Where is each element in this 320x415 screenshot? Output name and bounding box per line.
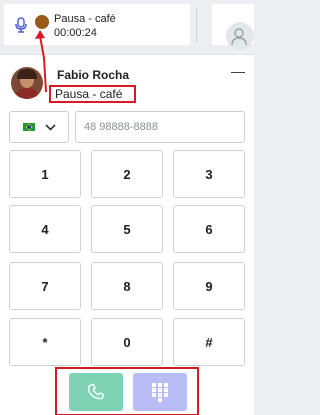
phone-number-input[interactable] <box>75 111 245 143</box>
action-bar <box>55 367 199 415</box>
key-8[interactable]: 8 <box>91 262 163 310</box>
agent-status-card[interactable]: Pausa - café 00:00:24 <box>4 4 190 45</box>
status-timer: 00:00:24 <box>54 27 97 39</box>
key-3[interactable]: 3 <box>173 150 245 198</box>
key-hash[interactable]: # <box>173 318 245 366</box>
keypad-button[interactable] <box>133 373 187 411</box>
key-0[interactable]: 0 <box>91 318 163 366</box>
key-2[interactable]: 2 <box>91 150 163 198</box>
call-button[interactable] <box>69 373 123 411</box>
key-4[interactable]: 4 <box>9 205 81 253</box>
chevron-down-icon <box>45 124 56 131</box>
brazil-flag-icon <box>23 123 35 131</box>
key-5[interactable]: 5 <box>91 205 163 253</box>
keypad-icon <box>152 383 168 402</box>
user-avatar <box>11 67 43 99</box>
key-7[interactable]: 7 <box>9 262 81 310</box>
key-1[interactable]: 1 <box>9 150 81 198</box>
status-label: Pausa - café <box>54 13 116 25</box>
minimize-button[interactable]: — <box>228 63 248 79</box>
key-6[interactable]: 6 <box>173 205 245 253</box>
user-status-label: Pausa - café <box>49 85 136 103</box>
dialer-panel: Fabio Rocha Pausa - café — 1 2 3 4 5 6 7… <box>0 54 254 415</box>
status-dot <box>35 15 49 29</box>
phone-icon <box>87 383 105 400</box>
country-select[interactable] <box>9 111 69 143</box>
divider <box>196 8 197 42</box>
top-status-bar: Pausa - café 00:00:24 <box>0 0 254 50</box>
key-9[interactable]: 9 <box>173 262 245 310</box>
contact-avatar-icon[interactable] <box>226 22 254 50</box>
key-star[interactable]: * <box>9 318 81 366</box>
user-name: Fabio Rocha <box>57 68 130 82</box>
microphone-icon[interactable] <box>14 17 28 33</box>
